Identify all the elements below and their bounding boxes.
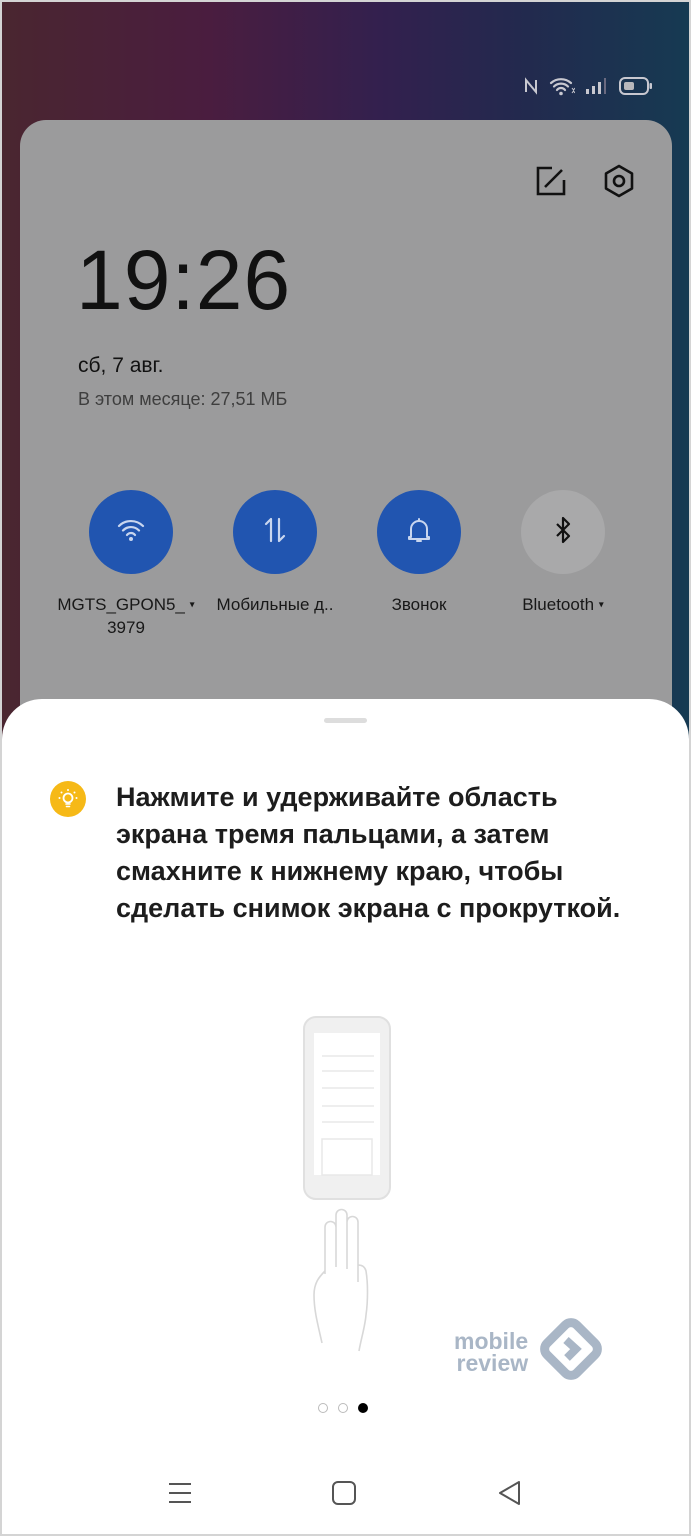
bluetooth-icon (548, 515, 578, 550)
navigation-bar (2, 1469, 689, 1519)
tile-label-line2: 3979 (107, 617, 145, 637)
tile-label: Мобильные д.. (216, 595, 334, 614)
page-dot[interactable] (338, 1403, 348, 1413)
tutorial-message: Нажмите и удерживайте область экрана тре… (116, 782, 621, 923)
home-icon (331, 1480, 357, 1511)
menu-icon (167, 1481, 193, 1510)
clock-time[interactable]: 19:26 (76, 238, 291, 322)
page-dot-active[interactable] (358, 1403, 368, 1413)
mobile-data-toggle[interactable] (233, 490, 317, 574)
wifi-icon (549, 76, 575, 96)
page-indicator (318, 1403, 368, 1413)
mobile-review-watermark: mobile review (454, 1314, 606, 1389)
back-icon (497, 1480, 523, 1511)
tile-mobile-data[interactable]: Мобильные д.. (210, 490, 340, 616)
phone-illustration (303, 1016, 391, 1200)
tile-ring[interactable]: Звонок (354, 490, 484, 616)
data-usage-label[interactable]: В этом месяце: 27,51 МБ (78, 389, 287, 410)
tile-label: Звонок (391, 595, 447, 614)
watermark-line2: review (456, 1349, 529, 1376)
cellular-signal-icon (585, 77, 609, 95)
battery-icon (619, 76, 653, 96)
edit-icon[interactable] (534, 164, 568, 198)
three-finger-swipe-illustration (292, 1009, 402, 1364)
mobile-data-icon (260, 515, 290, 550)
tile-bluetooth[interactable]: Bluetooth ▾ (498, 490, 628, 617)
wifi-toggle[interactable] (89, 490, 173, 574)
menu-button[interactable] (162, 1477, 198, 1513)
back-button[interactable] (492, 1477, 528, 1513)
bell-icon (404, 515, 434, 550)
lightbulb-icon (50, 781, 86, 817)
home-button[interactable] (326, 1477, 362, 1513)
hand-illustration (313, 1208, 369, 1352)
tile-wifi[interactable]: MGTS_GPON5_ ▾ 3979 (57, 490, 196, 639)
mobile-review-logo-icon (536, 1314, 606, 1389)
nfc-icon (523, 77, 539, 95)
bluetooth-toggle[interactable] (521, 490, 605, 574)
page-dot[interactable] (318, 1403, 328, 1413)
tutorial-bottom-sheet: Нажмите и удерживайте область экрана тре… (2, 699, 689, 1534)
settings-icon[interactable] (602, 164, 636, 198)
ring-toggle[interactable] (377, 490, 461, 574)
status-bar (523, 76, 653, 96)
phone-screen: 19:26 сб, 7 авг. В этом месяце: 27,51 МБ… (2, 2, 689, 1534)
dropdown-caret-icon[interactable]: ▾ (599, 600, 604, 611)
wifi-icon (116, 517, 146, 548)
tile-label: MGTS_GPON5_ (57, 595, 185, 614)
dropdown-caret-icon[interactable]: ▾ (190, 600, 195, 611)
tile-label: Bluetooth (522, 595, 595, 614)
watermark-line1: mobile (454, 1327, 529, 1354)
date-label: сб, 7 авг. (78, 354, 164, 377)
drag-handle[interactable] (324, 718, 367, 723)
